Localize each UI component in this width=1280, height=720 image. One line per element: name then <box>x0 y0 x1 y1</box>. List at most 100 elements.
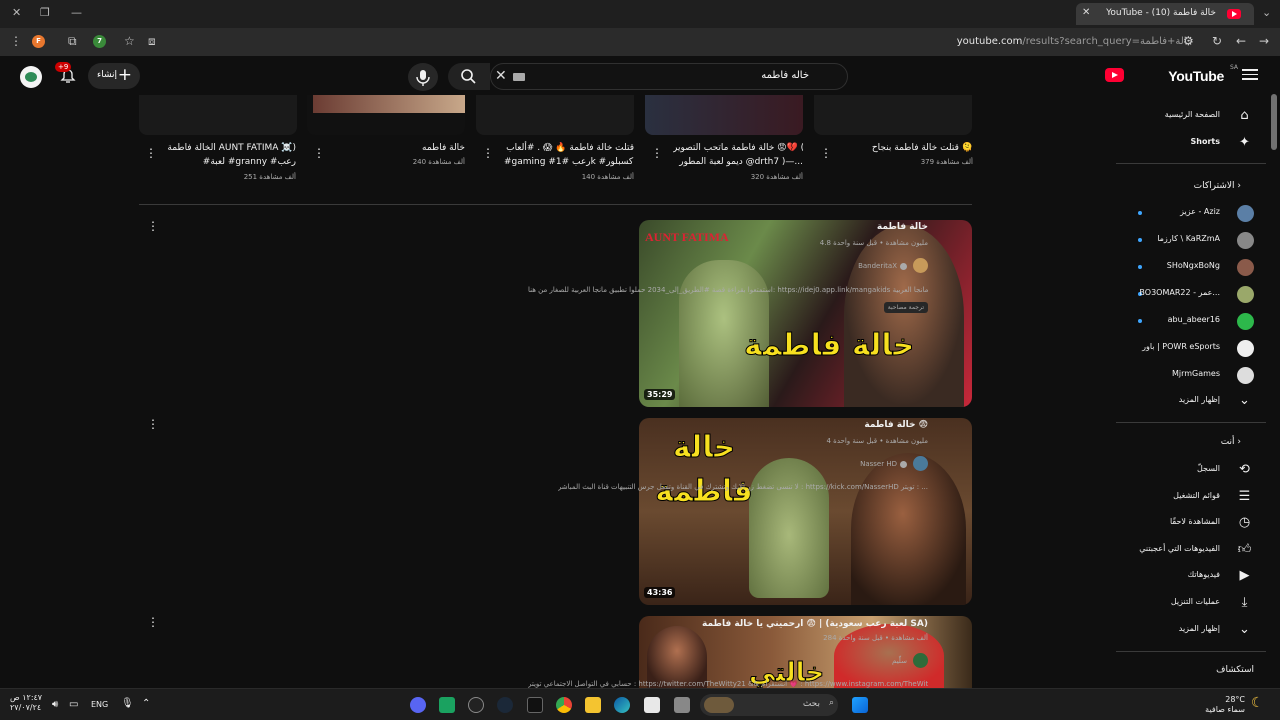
video-title[interactable]: خالة فاطمة 😨 <box>864 420 928 430</box>
channel-avatar[interactable] <box>913 258 928 273</box>
more-actions-icon[interactable]: ⋮ <box>147 220 159 232</box>
video-thumbnail[interactable]: AUNT FATIMA خالة فاطمة <box>639 220 972 407</box>
channel-name[interactable]: BanderitaX <box>858 262 907 270</box>
microphone-tray-icon[interactable]: 🎙︎ <box>121 698 134 709</box>
more-actions-icon[interactable]: ⋮ <box>482 147 494 159</box>
subscription-item[interactable]: SHoNgxBoNg <box>1116 254 1266 280</box>
extension-f-icon[interactable]: F <box>32 35 45 48</box>
clock[interactable]: ١٢:٤٧ ص ٢٧/٠٧/٢٤ <box>10 693 42 713</box>
subscription-item[interactable]: كارزما \ KaRZmA <box>1116 227 1266 253</box>
edge-icon[interactable] <box>614 697 630 713</box>
subscription-item[interactable]: عزيز - Aziz <box>1116 200 1266 226</box>
channel-avatar[interactable] <box>913 456 928 471</box>
site-settings-icon[interactable]: ⚙ <box>1183 34 1194 48</box>
keyboard-icon[interactable] <box>513 73 525 81</box>
channel-avatar[interactable] <box>913 653 928 668</box>
show-hidden-icons-chevron-icon[interactable]: ⌃ <box>142 698 150 709</box>
sidebar-item-playlists[interactable]: ☰ قوائم التشغيل <box>1116 484 1266 510</box>
back-icon[interactable]: → <box>1259 34 1269 48</box>
restore-window-icon[interactable]: ❐ <box>40 6 50 19</box>
subscriptions-header[interactable]: الاشتراكات › <box>1194 181 1241 191</box>
weather-widget[interactable]: 28°C سماء صافية <box>1205 695 1245 715</box>
store-icon[interactable] <box>644 697 660 713</box>
forward-icon[interactable]: ← <box>1236 34 1246 48</box>
more-actions-icon[interactable]: ⋮ <box>820 147 832 159</box>
subscription-item[interactable]: BO3OMAR22 - عمر... <box>1116 281 1266 307</box>
voice-search-button[interactable] <box>408 63 438 91</box>
tab-search-icon[interactable]: ⌄ <box>1262 6 1271 19</box>
subscription-item[interactable]: باور | POWR eSports <box>1116 335 1266 361</box>
video-title[interactable]: خالة فاطمة <box>877 222 928 232</box>
create-button[interactable]: إنشاء + <box>88 63 140 89</box>
short-title[interactable]: خالة فاطمه <box>335 141 465 155</box>
more-actions-icon[interactable]: ⋮ <box>147 616 159 628</box>
short-thumbnail[interactable] <box>476 95 634 135</box>
terminal-icon[interactable] <box>674 697 690 713</box>
show-more-subscriptions[interactable]: ⌄ إظهار المزيد <box>1116 388 1266 414</box>
short-thumbnail[interactable] <box>814 95 972 135</box>
search-button[interactable] <box>448 63 490 90</box>
scrollbar-thumb[interactable] <box>1271 94 1277 150</box>
more-actions-icon[interactable]: ⋮ <box>313 147 325 159</box>
video-thumbnail[interactable]: خالة فاطمة <box>639 418 972 605</box>
steam-icon[interactable] <box>497 697 513 713</box>
channel-name[interactable]: سلّيم <box>892 657 907 665</box>
show-more-you[interactable]: ⌄ إظهار المزيد <box>1116 617 1266 643</box>
taskbar-search[interactable]: بحث ⌕ <box>700 694 838 716</box>
account-avatar[interactable] <box>20 66 42 88</box>
volume-icon[interactable]: 🔊︎ <box>52 699 58 710</box>
short-title-line2[interactable]: #gaming #رعب #1k #اكسبلور... <box>504 155 634 169</box>
sidebar-item-history[interactable]: ⟲ السجلّ <box>1116 457 1266 483</box>
browser-menu-icon[interactable]: ⋮ <box>10 34 22 48</box>
close-tab-icon[interactable]: ✕ <box>1082 7 1090 18</box>
short-thumbnail[interactable] <box>645 95 803 135</box>
app-icon[interactable] <box>439 697 455 713</box>
extensions-icon[interactable]: ⧉ <box>68 34 77 49</box>
sidebar-item-liked-videos[interactable]: 👍︎ الفيديوهات التي أعجبتني <box>1116 537 1266 563</box>
folder-icon[interactable] <box>585 697 601 713</box>
g-icon[interactable] <box>468 697 484 713</box>
subscription-item[interactable]: abu_abeer16 <box>1116 308 1266 334</box>
more-actions-icon[interactable]: ⋮ <box>651 147 663 159</box>
clear-search-icon[interactable]: ✕ <box>495 68 507 84</box>
language-indicator[interactable]: ENG <box>91 700 108 709</box>
short-title-line2[interactable]: ديمو لعبة المطور @drth7 )—... <box>673 155 803 169</box>
install-app-icon[interactable]: ⧈ <box>148 34 156 49</box>
short-title-line2[interactable]: #لعبة #granny #رعب <box>166 155 296 169</box>
subscription-item[interactable]: MjrmGames <box>1116 362 1266 388</box>
sidebar-item-downloads[interactable]: ⤓ عمليات التنزيل <box>1116 590 1266 616</box>
short-thumbnail[interactable] <box>139 95 297 135</box>
short-title[interactable]: خالة فاطمة ماتحب التصوير 😡💔 ( <box>673 141 803 155</box>
more-actions-icon[interactable]: ⋮ <box>147 418 159 430</box>
sidebar-item-home[interactable]: ⌂ الصفحة الرئيسية <box>1116 103 1266 129</box>
minimize-window-icon[interactable]: — <box>71 6 82 19</box>
sidebar-item-your-videos[interactable]: ▶ فيديوهاتك <box>1116 563 1266 589</box>
short-title[interactable]: قتلت خالة فاطمة بنجاح 🫠 <box>843 141 973 155</box>
extension-shield-icon[interactable]: 7 <box>93 35 106 48</box>
more-actions-icon[interactable]: ⋮ <box>145 147 157 159</box>
close-window-icon[interactable]: ✕ <box>12 6 21 19</box>
sidebar-item-shorts[interactable]: ✦ Shorts <box>1116 130 1266 156</box>
windows-start-icon[interactable] <box>852 697 868 713</box>
discord-icon[interactable] <box>410 697 426 713</box>
notifications-button[interactable]: +9 <box>55 62 76 84</box>
video-title[interactable]: ارحميني يا خالة فاطمة 😨 | (لعبة رعب سعود… <box>702 619 928 629</box>
capcut-icon[interactable] <box>527 697 543 713</box>
bookmark-star-icon[interactable]: ☆ <box>124 34 135 48</box>
chrome-icon[interactable] <box>556 697 572 713</box>
sidebar-item-watch-later[interactable]: ◷ المشاهدة لاحقًا <box>1116 510 1266 536</box>
network-icon[interactable]: ▭ <box>69 699 78 710</box>
short-thumbnail[interactable] <box>307 95 465 135</box>
channel-name[interactable]: Nasser HD <box>860 460 907 468</box>
youtube-play-icon <box>1105 68 1124 82</box>
menu-hamburger-icon[interactable] <box>1242 66 1258 84</box>
channel-avatar <box>1237 367 1254 384</box>
you-header[interactable]: أنت › <box>1221 437 1241 447</box>
youtube-logo[interactable]: YouTube SA <box>1104 64 1238 84</box>
browser-tab[interactable]: ✕ YouTube - (10) خالة فاطمة <box>1076 3 1254 25</box>
search-input[interactable]: خاله فاطمه ✕ <box>490 63 848 90</box>
short-title[interactable]: قتلت خالة فاطمة 🔥 😱 . #ألعاب <box>504 141 634 155</box>
url-field[interactable]: youtube.com/results?search_query=خالة+فا… <box>957 36 1193 47</box>
reload-icon[interactable]: ↻ <box>1212 34 1222 48</box>
short-title[interactable]: الخالة فاطمة AUNT FATIMA ☠️) <box>166 141 296 155</box>
